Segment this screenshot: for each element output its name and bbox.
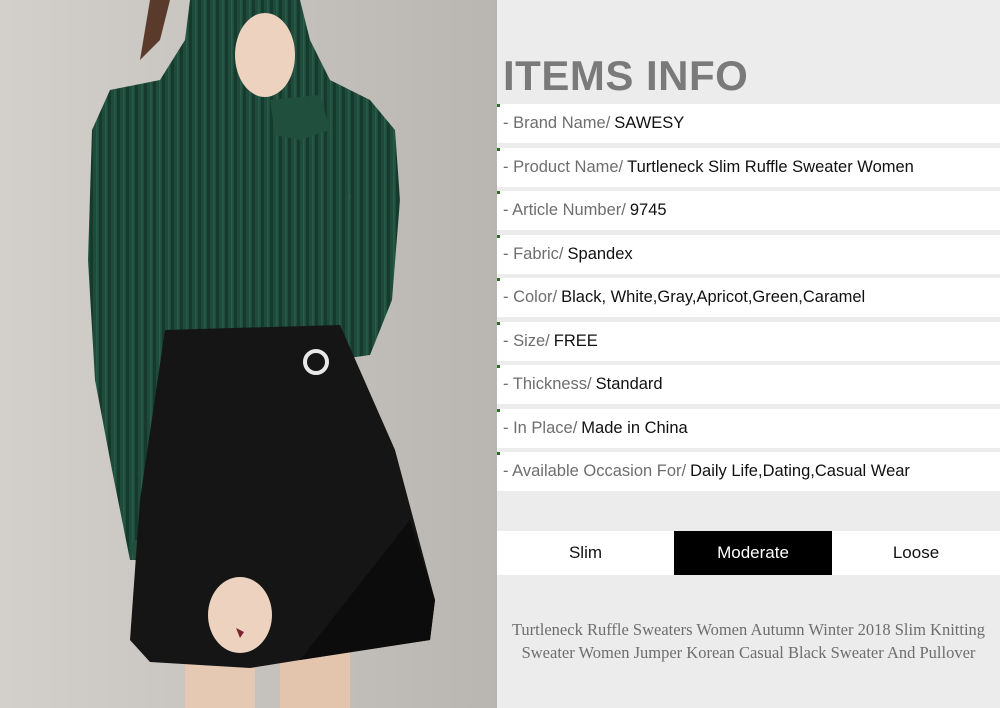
- items-info-title: ITEMS INFO: [503, 52, 749, 99]
- attribute-label: - Thickness/: [503, 375, 592, 393]
- attribute-row-occasion: - Available Occasion For/ Daily Life,Dat…: [497, 452, 1000, 491]
- attribute-row-size: - Size/ FREE: [497, 321, 1000, 361]
- attribute-row-article-number: - Article Number/ 9745: [497, 191, 1000, 230]
- attribute-value: 9745: [629, 201, 667, 219]
- left-hand: [208, 577, 272, 653]
- attribute-label: - Color/: [503, 288, 558, 306]
- attribute-row-thickness: - Thickness/ Standard: [497, 365, 1000, 404]
- attribute-row-brand: - Brand Name/ SAWESY: [497, 104, 1000, 143]
- right-hand: [235, 13, 295, 97]
- attribute-label: - Available Occasion For/: [503, 462, 687, 480]
- attribute-row-in-place: - In Place/ Made in China: [497, 408, 1000, 448]
- product-photo: [0, 0, 497, 708]
- fit-option-moderate-selected: Moderate: [674, 531, 832, 575]
- attribute-value: FREE: [553, 331, 598, 350]
- description-line-1: Turtleneck Ruffle Sweaters Women Autumn …: [511, 620, 986, 639]
- attribute-value: SAWESY: [614, 114, 685, 132]
- attribute-value: Daily Life,Dating,Casual Wear: [690, 462, 910, 480]
- attribute-value: Turtleneck Slim Ruffle Sweater Women: [627, 157, 914, 176]
- fit-option-loose: Loose: [892, 543, 940, 562]
- attribute-value: Spandex: [567, 244, 633, 263]
- fit-option-slim: Slim: [568, 543, 603, 562]
- attribute-label: - Brand Name/: [503, 114, 611, 132]
- attribute-label: - Product Name/: [503, 157, 624, 176]
- attribute-value: Black, White,Gray,Apricot,Green,Caramel: [561, 288, 866, 306]
- items-info-panel: ITEMS INFO - Brand Name/ SAWESY - Produc…: [497, 0, 1000, 708]
- attribute-label: - Size/: [503, 331, 550, 350]
- attribute-value: Made in China: [581, 418, 688, 437]
- attribute-row-product-name: - Product Name/ Turtleneck Slim Ruffle S…: [497, 147, 1000, 187]
- attribute-label: - In Place/: [503, 418, 578, 437]
- attribute-value: Standard: [595, 375, 663, 393]
- attribute-label: - Article Number/: [503, 201, 626, 219]
- fit-scale: Slim Moderate Loose: [497, 531, 1000, 575]
- attribute-label: - Fabric/: [503, 244, 564, 263]
- attribute-row-color: - Color/ Black, White,Gray,Apricot,Green…: [497, 278, 1000, 317]
- product-description: Turtleneck Ruffle Sweaters Women Autumn …: [497, 618, 1000, 664]
- attribute-row-fabric: - Fabric/ Spandex: [497, 234, 1000, 274]
- model-illustration: [0, 0, 497, 708]
- description-line-2: Sweater Women Jumper Korean Casual Black…: [521, 643, 976, 662]
- item-attributes-list: - Brand Name/ SAWESY - Product Name/ Tur…: [497, 104, 1000, 496]
